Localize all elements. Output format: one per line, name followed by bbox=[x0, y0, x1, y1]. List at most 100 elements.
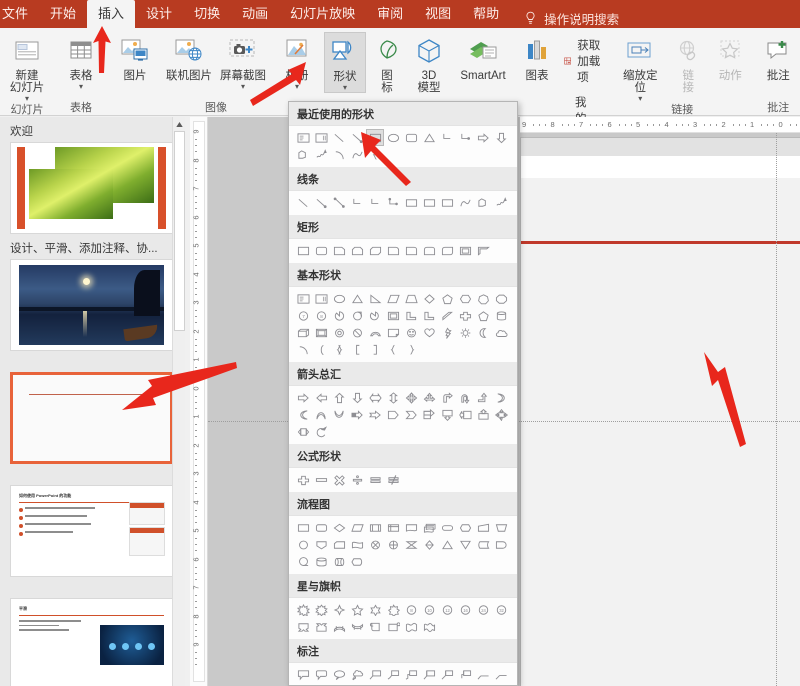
shape-curved-left-arrow[interactable] bbox=[294, 406, 312, 423]
shape-right-arrow[interactable] bbox=[294, 389, 312, 406]
shape-line-callout-1-no-border[interactable] bbox=[474, 666, 492, 683]
shape-vertical-textbox[interactable] bbox=[312, 290, 330, 307]
shape-down-arrow-callout[interactable] bbox=[438, 406, 456, 423]
shape-elbow-double-arrow[interactable] bbox=[384, 194, 402, 211]
shape-rectangle[interactable] bbox=[366, 129, 384, 146]
shape-line-callout-2-no-border[interactable] bbox=[492, 666, 510, 683]
shape-connector[interactable] bbox=[294, 536, 312, 553]
shape-scribble[interactable] bbox=[492, 194, 510, 211]
shape-folded-corner[interactable] bbox=[384, 324, 402, 341]
shape-arc[interactable] bbox=[330, 146, 348, 163]
chevron-down-icon[interactable]: ▾ bbox=[79, 83, 83, 91]
shape-corner[interactable] bbox=[420, 307, 438, 324]
shape-direct-access[interactable] bbox=[330, 553, 348, 570]
shape-textbox[interactable] bbox=[294, 129, 312, 146]
shape-right-triangle[interactable] bbox=[366, 290, 384, 307]
chevron-down-icon[interactable]: ▾ bbox=[343, 84, 347, 92]
shape-lightning-bolt[interactable] bbox=[438, 324, 456, 341]
shape-rounded-rectangle[interactable] bbox=[312, 242, 330, 259]
new-slide-button[interactable]: 新建 幻灯片 ▾ bbox=[0, 32, 54, 103]
shape-isosceles-triangle[interactable] bbox=[420, 129, 438, 146]
shape-multidocument[interactable] bbox=[420, 519, 438, 536]
chevron-down-icon[interactable]: ▾ bbox=[638, 95, 642, 103]
shape-elbow-arrow[interactable] bbox=[366, 194, 384, 211]
smartart-button[interactable]: SmartArt bbox=[450, 32, 516, 82]
shape-hexagon[interactable] bbox=[456, 290, 474, 307]
shape-vertical-scroll[interactable] bbox=[366, 618, 384, 635]
shape-decision[interactable] bbox=[330, 519, 348, 536]
chart-button[interactable]: 图表 bbox=[516, 32, 558, 82]
shape-merge[interactable] bbox=[456, 536, 474, 553]
shape-teardrop[interactable] bbox=[348, 307, 366, 324]
shape-left-arrow[interactable] bbox=[312, 389, 330, 406]
scrollbar-thumb[interactable] bbox=[174, 131, 185, 331]
shape-donut[interactable] bbox=[330, 324, 348, 341]
shape-heart[interactable] bbox=[420, 324, 438, 341]
current-slide[interactable] bbox=[520, 137, 800, 686]
shape-punched-tape[interactable] bbox=[348, 536, 366, 553]
shape-star-12[interactable]: 12 bbox=[438, 601, 456, 618]
shape-oval-callout[interactable] bbox=[330, 666, 348, 683]
shape-right-bracket[interactable] bbox=[366, 341, 384, 358]
shape-curved-up-ribbon[interactable] bbox=[330, 618, 348, 635]
shape-round-same-side-corner[interactable] bbox=[420, 242, 438, 259]
shape-parallelogram[interactable] bbox=[384, 290, 402, 307]
tell-me-search[interactable]: 操作说明搜索 bbox=[510, 9, 619, 28]
shape-striped-right-arrow[interactable] bbox=[348, 406, 366, 423]
shape-snip-round-single-corner[interactable] bbox=[384, 242, 402, 259]
icons-button[interactable]: 图 标 bbox=[366, 32, 408, 94]
table-button[interactable]: 表格 ▾ bbox=[54, 32, 108, 91]
shape-vertical-textbox[interactable] bbox=[312, 129, 330, 146]
shape-snip-same-side-corner[interactable] bbox=[348, 242, 366, 259]
shape-line[interactable] bbox=[294, 194, 312, 211]
shape-chevron[interactable] bbox=[402, 406, 420, 423]
slide-thumbnail-4[interactable]: 如何使用 PowerPoint 的功能 bbox=[10, 485, 173, 577]
shape-curved-down-ribbon[interactable] bbox=[348, 618, 366, 635]
shape-can[interactable] bbox=[492, 307, 510, 324]
shape-plus[interactable] bbox=[294, 471, 312, 488]
shape-internal-storage[interactable] bbox=[384, 519, 402, 536]
comment-button[interactable]: 批注 bbox=[751, 32, 800, 82]
shape-quad-arrow-callout[interactable] bbox=[492, 406, 510, 423]
shape-cube[interactable] bbox=[294, 324, 312, 341]
shape-round-bracket[interactable] bbox=[312, 341, 330, 358]
picture-button[interactable]: 图片 bbox=[108, 32, 162, 82]
shape-line-callout-3[interactable] bbox=[402, 666, 420, 683]
slide-thumbnail-3[interactable] bbox=[10, 372, 173, 464]
shape-curved-right-arrow[interactable] bbox=[492, 389, 510, 406]
shape-not-equal[interactable] bbox=[384, 471, 402, 488]
shape-bevel[interactable] bbox=[312, 324, 330, 341]
shape-l-shape[interactable] bbox=[402, 307, 420, 324]
chevron-down-icon[interactable]: ▾ bbox=[25, 95, 29, 103]
shape-arc[interactable] bbox=[294, 341, 312, 358]
shape-pentagon[interactable] bbox=[438, 290, 456, 307]
link-button[interactable]: 链 接 bbox=[667, 32, 709, 94]
shape-trapezoid[interactable] bbox=[402, 290, 420, 307]
shape-star-6[interactable] bbox=[366, 601, 384, 618]
shape-left-arrow-callout[interactable] bbox=[456, 406, 474, 423]
shape-star-5[interactable] bbox=[348, 601, 366, 618]
shape-line-double-arrow[interactable] bbox=[330, 194, 348, 211]
shape-line-callout-1[interactable] bbox=[366, 666, 384, 683]
tab-file[interactable]: 文件 bbox=[0, 0, 39, 28]
shape-right-brace[interactable] bbox=[402, 341, 420, 358]
shape-diamond[interactable] bbox=[420, 290, 438, 307]
tab-help[interactable]: 帮助 bbox=[462, 0, 510, 28]
shape-collate[interactable] bbox=[402, 536, 420, 553]
shape-regular-pentagon[interactable] bbox=[474, 307, 492, 324]
shape-minus[interactable] bbox=[312, 471, 330, 488]
shape-left-right-arrow[interactable] bbox=[366, 389, 384, 406]
shape-bent-up-arrow[interactable] bbox=[474, 389, 492, 406]
shape-star-4[interactable] bbox=[330, 601, 348, 618]
shape-pentagon-arrow[interactable] bbox=[384, 406, 402, 423]
shape-line-callout-1-accent[interactable] bbox=[420, 666, 438, 683]
shape-sequential-access[interactable] bbox=[294, 553, 312, 570]
shape-sun[interactable] bbox=[456, 324, 474, 341]
shape-curved-down-arrow[interactable] bbox=[330, 406, 348, 423]
shape-line-callout-2[interactable] bbox=[384, 666, 402, 683]
tab-home[interactable]: 开始 bbox=[39, 0, 87, 28]
shape-half-frame[interactable] bbox=[474, 242, 492, 259]
photo-album-button[interactable]: 相册 ▾ bbox=[270, 32, 324, 91]
shape-line-callout-2-accent[interactable] bbox=[438, 666, 456, 683]
shape-preparation[interactable] bbox=[456, 519, 474, 536]
